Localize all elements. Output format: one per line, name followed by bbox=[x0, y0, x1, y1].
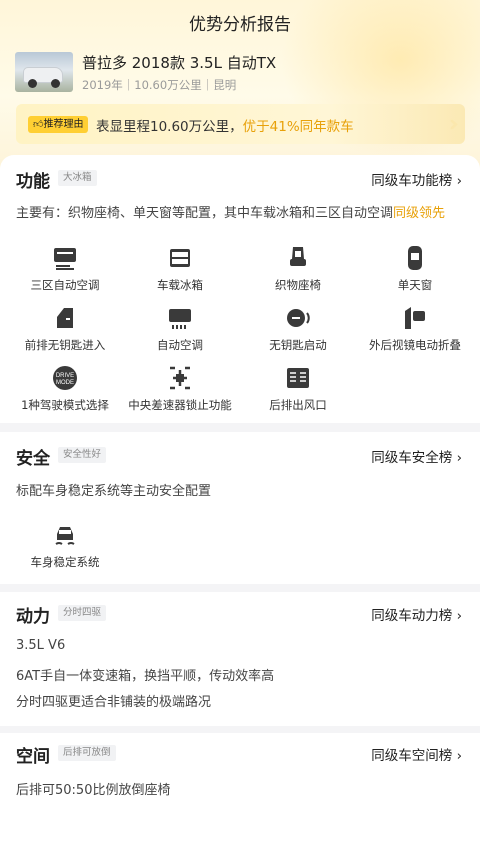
page-title: 优势分析报告 bbox=[189, 15, 291, 35]
seat-icon bbox=[290, 247, 306, 266]
chevron-decoration-icon: ››› bbox=[448, 112, 461, 137]
function-desc: 主要有：织物座椅、单天窗等配置，其中车载冰箱和三区自动空调同级领先 bbox=[16, 206, 446, 221]
power-transmission: 6AT手自一体变速箱，换挡平顺，传动效率高 bbox=[16, 669, 275, 684]
feature-item: 前排无钥匙进入 bbox=[5, 305, 125, 353]
recommend-reason-bar: 👍︎推荐理由 表显里程10.60万公里，优于41%同年款车 ››› bbox=[16, 104, 465, 144]
safety-rank-link[interactable]: 同级车安全榜 › bbox=[371, 446, 462, 466]
safety-desc: 标配车身稳定系统等主动安全配置 bbox=[16, 484, 212, 499]
drive-mode-icon: DRIVEMODE bbox=[53, 366, 77, 390]
svg-text:DRIVE: DRIVE bbox=[56, 373, 74, 379]
feature-item: 外后视镜电动折叠 bbox=[355, 305, 475, 353]
feature-item: 三区自动空调 bbox=[5, 245, 125, 293]
space-title: 空间 bbox=[16, 747, 50, 767]
space-section: 空间 后排可放倒 同级车空间榜 › 后排可50:50比例放倒座椅 bbox=[0, 733, 480, 855]
diff-lock-icon bbox=[170, 366, 190, 390]
power-rank-link[interactable]: 同级车动力榜 › bbox=[371, 604, 462, 624]
ac-icon bbox=[54, 248, 76, 270]
feature-item: DRIVE MODE 1种驾驶模式选择 bbox=[5, 365, 125, 413]
power-section: 动力 分时四驱 同级车动力榜 › 3.5L V6 6AT手自一体变速箱，换挡平顺… bbox=[0, 592, 480, 726]
space-rank-link[interactable]: 同级车空间榜 › bbox=[371, 744, 462, 764]
start-button-icon bbox=[287, 309, 310, 327]
car-meta: 2019年｜10.60万公里｜昆明 bbox=[82, 78, 237, 92]
recommend-reason-text: 表显里程10.60万公里，优于41%同年款车 bbox=[96, 119, 354, 135]
feature-item: 单天窗 bbox=[355, 245, 475, 293]
power-drivetrain: 分时四驱更适合非铺装的极端路况 bbox=[16, 695, 212, 710]
car-thumbnail[interactable] bbox=[15, 52, 73, 92]
feature-item: 车载冰箱 bbox=[120, 245, 240, 293]
function-tag: 大冰箱 bbox=[58, 170, 97, 186]
power-engine: 3.5L V6 bbox=[16, 638, 66, 653]
function-section: 功能 大冰箱 同级车功能榜 › 主要有：织物座椅、单天窗等配置，其中车载冰箱和三… bbox=[0, 155, 480, 423]
feature-item: 无钥匙启动 bbox=[238, 305, 358, 353]
svg-text:MODE: MODE bbox=[56, 380, 74, 386]
function-rank-link[interactable]: 同级车功能榜 › bbox=[371, 169, 462, 189]
power-tag: 分时四驱 bbox=[58, 605, 107, 621]
auto-ac-icon bbox=[169, 309, 191, 329]
feature-item: 后排出风口 bbox=[238, 365, 358, 413]
mirror-fold-icon bbox=[405, 307, 425, 329]
feature-item: 织物座椅 bbox=[238, 245, 358, 293]
sunroof-icon bbox=[408, 246, 422, 270]
safety-section: 安全 安全性好 同级车安全榜 › 标配车身稳定系统等主动安全配置 车身稳定系统 bbox=[0, 432, 480, 584]
safety-title: 安全 bbox=[16, 449, 50, 469]
space-desc: 后排可50:50比例放倒座椅 bbox=[16, 783, 171, 798]
safety-tag: 安全性好 bbox=[58, 447, 107, 463]
space-tag: 后排可放倒 bbox=[58, 745, 116, 761]
feature-item: 车身稳定系统 bbox=[5, 522, 125, 570]
power-title: 动力 bbox=[16, 607, 50, 627]
esp-icon bbox=[55, 527, 75, 545]
thumbs-up-icon: 👍︎ bbox=[33, 119, 44, 130]
feature-item: 中央差速器锁止功能 bbox=[120, 365, 240, 413]
door-keyless-icon bbox=[57, 308, 73, 328]
feature-item: 自动空调 bbox=[120, 305, 240, 353]
car-name: 普拉多 2018款 3.5L 自动TX bbox=[82, 54, 277, 72]
function-title: 功能 bbox=[16, 172, 50, 192]
fridge-icon bbox=[170, 249, 190, 267]
recommend-reason-tag: 👍︎推荐理由 bbox=[28, 116, 89, 133]
rear-vent-icon bbox=[287, 368, 309, 388]
